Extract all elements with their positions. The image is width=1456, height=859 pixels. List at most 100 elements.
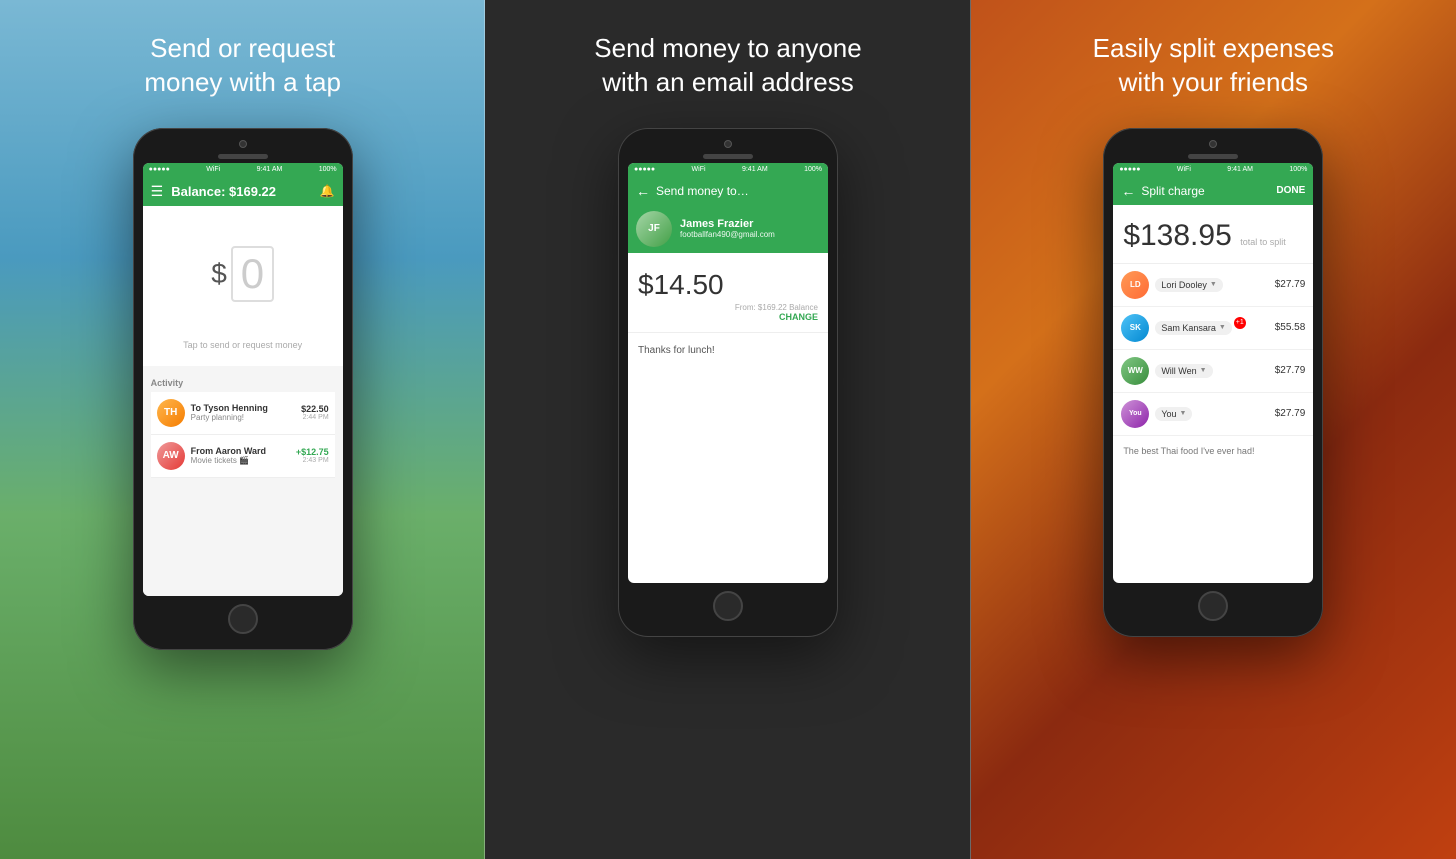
split-initials-0: LD — [1121, 271, 1149, 299]
split-person-0[interactable]: LD Lori Dooley ▼ $27.79 — [1113, 264, 1313, 307]
split-chip-1[interactable]: Sam Kansara ▼ — [1155, 321, 1231, 335]
signal-2: ●●●●● — [634, 166, 655, 173]
phone-2: ●●●●● WiFi 9:41 AM 100% ← Send money to…… — [618, 128, 838, 637]
battery-2: 100% — [804, 166, 822, 173]
zero-display-1: 0 — [231, 246, 274, 302]
notification-badge-1: +1 — [1234, 317, 1246, 329]
split-person-2[interactable]: WW Will Wen ▼ $27.79 — [1113, 350, 1313, 393]
activity-time-0: 2:44 PM — [301, 414, 329, 421]
activity-section-1: Activity TH To Tyson Henning Party plann… — [143, 366, 343, 478]
split-header-3: ← Split charge DONE — [1113, 177, 1313, 205]
time-2: 9:41 AM — [742, 166, 768, 173]
split-chip-0[interactable]: Lori Dooley ▼ — [1155, 278, 1222, 292]
split-initials-1: SK — [1121, 314, 1149, 342]
back-arrow-3[interactable]: ← — [1121, 183, 1135, 199]
send-header-2: ← Send money to… — [628, 177, 828, 205]
phone-screen-3: ●●●●● WiFi 9:41 AM 100% ← Split charge D… — [1113, 163, 1313, 583]
avatar-initials-0: TH — [157, 399, 185, 427]
recipient-bar-2: JF James Frazier footballfan490@gmail.co… — [628, 205, 828, 253]
activity-item-1[interactable]: AW From Aaron Ward Movie tickets 🎬 +$12.… — [151, 435, 335, 478]
done-button-3[interactable]: DONE — [1276, 185, 1305, 196]
tap-hint-1: Tap to send or request money — [143, 332, 343, 366]
phone-speaker-3 — [1188, 154, 1238, 159]
split-chip-3[interactable]: You ▼ — [1155, 407, 1192, 421]
panel-2-heading: Send money to anyone with an email addre… — [554, 32, 901, 100]
panel-1: Send or request money with a tap ●●●●● W… — [0, 0, 485, 859]
activity-right-1: +$12.75 2:43 PM — [296, 447, 329, 464]
split-initials-2: WW — [1121, 357, 1149, 385]
chip-arrow-2: ▼ — [1200, 367, 1207, 374]
split-avatar-0: LD — [1121, 271, 1149, 299]
screen-content-1: $ 0 Tap to send or request money Activit… — [143, 206, 343, 596]
signal-3: ●●●●● — [1119, 166, 1140, 173]
back-arrow-2[interactable]: ← — [636, 183, 650, 199]
wifi-3: WiFi — [1177, 166, 1191, 173]
split-amount-3: $27.79 — [1275, 408, 1306, 419]
header-title-2: Send money to… — [656, 184, 820, 198]
send-from-2: From: $169.22 Balance — [638, 303, 818, 312]
phone-speaker-2 — [703, 154, 753, 159]
split-name-1: Sam Kansara — [1161, 323, 1216, 333]
status-bar-1: ●●●●● WiFi 9:41 AM 100% — [143, 163, 343, 177]
split-name-0: Lori Dooley — [1161, 280, 1207, 290]
menu-icon-1[interactable]: ☰ — [151, 183, 164, 200]
amount-display-1[interactable]: $ 0 — [143, 206, 343, 332]
activity-note-1: Movie tickets 🎬 — [191, 456, 290, 465]
chip-arrow-1: ▼ — [1219, 324, 1226, 331]
phone-screen-1: ●●●●● WiFi 9:41 AM 100% ☰ Balance: $169.… — [143, 163, 343, 596]
send-amount-area-2: $14.50 From: $169.22 Balance CHANGE — [628, 253, 828, 333]
phone-3: ●●●●● WiFi 9:41 AM 100% ← Split charge D… — [1103, 128, 1323, 637]
activity-right-0: $22.50 2:44 PM — [301, 404, 329, 421]
recipient-avatar-2: JF — [636, 211, 672, 247]
panel-2: Send money to anyone with an email addre… — [485, 0, 970, 859]
balance-label-1: Balance: $169.22 — [171, 184, 276, 199]
send-amount-2: $14.50 — [638, 269, 818, 301]
activity-name-0: To Tyson Henning — [191, 403, 295, 413]
activity-note-0: Party planning! — [191, 413, 295, 422]
time-3: 9:41 AM — [1227, 166, 1253, 173]
split-total-3: $138.95 — [1123, 219, 1231, 252]
phone-camera-1 — [239, 140, 247, 148]
split-chip-2[interactable]: Will Wen ▼ — [1155, 364, 1212, 378]
split-amount-0: $27.79 — [1275, 279, 1306, 290]
phone-camera-3 — [1209, 140, 1217, 148]
split-name-2: Will Wen — [1161, 366, 1196, 376]
activity-item-0[interactable]: TH To Tyson Henning Party planning! $22.… — [151, 392, 335, 435]
phone-1: ●●●●● WiFi 9:41 AM 100% ☰ Balance: $169.… — [133, 128, 353, 650]
phone-2-wrapper: ●●●●● WiFi 9:41 AM 100% ← Send money to…… — [618, 128, 838, 637]
activity-amount-1: +$12.75 — [296, 447, 329, 457]
battery-1: 100% — [319, 166, 337, 173]
phone-camera-2 — [724, 140, 732, 148]
send-change-2[interactable]: CHANGE — [638, 312, 818, 322]
activity-info-0: To Tyson Henning Party planning! — [191, 403, 295, 422]
phone-1-wrapper: ●●●●● WiFi 9:41 AM 100% ☰ Balance: $169.… — [133, 128, 353, 650]
phone-speaker-1 — [218, 154, 268, 159]
phone-home-2[interactable] — [713, 591, 743, 621]
status-bar-3: ●●●●● WiFi 9:41 AM 100% — [1113, 163, 1313, 177]
activity-label-1: Activity — [151, 374, 335, 392]
battery-3: 100% — [1289, 166, 1307, 173]
panel-1-heading: Send or request money with a tap — [104, 32, 381, 100]
activity-time-1: 2:43 PM — [296, 457, 329, 464]
send-note-2: Thanks for lunch! — [628, 333, 828, 368]
split-total-label-3: total to split — [1240, 237, 1286, 247]
split-avatar-3: You — [1121, 400, 1149, 428]
recipient-email-2: footballfan490@gmail.com — [680, 230, 775, 239]
phone-home-1[interactable] — [228, 604, 258, 634]
activity-name-1: From Aaron Ward — [191, 446, 290, 456]
split-amount-2: $27.79 — [1275, 365, 1306, 376]
recipient-info-2: James Frazier footballfan490@gmail.com — [680, 218, 775, 239]
split-initials-3: You — [1121, 400, 1149, 428]
split-person-3[interactable]: You You ▼ $27.79 — [1113, 393, 1313, 436]
split-person-1[interactable]: SK Sam Kansara ▼ +1 $55.58 — [1113, 307, 1313, 350]
split-amount-1: $55.58 — [1275, 322, 1306, 333]
phone-home-3[interactable] — [1198, 591, 1228, 621]
split-avatar-1: SK — [1121, 314, 1149, 342]
split-note-3: The best Thai food I've ever had! — [1113, 436, 1313, 466]
wifi-1: WiFi — [206, 166, 220, 173]
activity-avatar-0: TH — [157, 399, 185, 427]
chip-arrow-3: ▼ — [1180, 410, 1187, 417]
bell-icon-1[interactable]: 🔔 — [320, 184, 335, 198]
split-total-area-3: $138.95 total to split — [1113, 205, 1313, 264]
status-bar-2: ●●●●● WiFi 9:41 AM 100% — [628, 163, 828, 177]
